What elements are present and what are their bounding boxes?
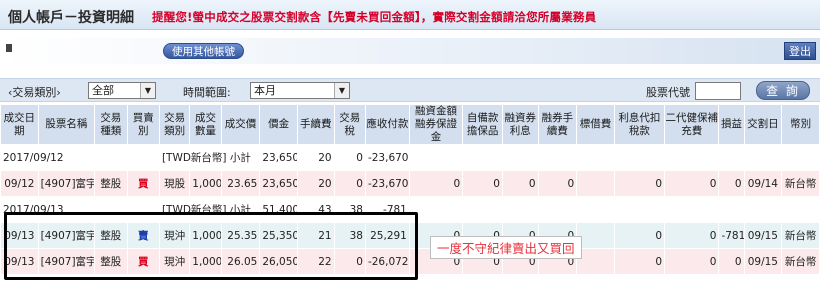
time-range-select[interactable]: 本月 ▼: [250, 82, 350, 99]
currency: 新台幣: [781, 170, 820, 197]
column-header: 買賣別: [126, 104, 160, 145]
column-header: 交易種類: [94, 104, 128, 145]
interest: 0: [501, 170, 539, 197]
subtotal-filler: [408, 144, 820, 171]
amount: 23,650: [259, 170, 298, 197]
column-header: 自備款擔保品: [462, 104, 503, 145]
account-bar: 使用其他帳號 登出: [0, 38, 820, 64]
query-button[interactable]: 查 詢: [756, 81, 810, 100]
nhi-fee: 0: [664, 222, 720, 249]
subtotal-tax: 0: [333, 144, 366, 171]
nhi-fee: 0: [664, 248, 720, 275]
profit-loss: 0: [718, 170, 745, 197]
title-bar: 個人帳戶－投資明細 提醒您!螢中成交之股票交割款含【先賣未買回金額】，實際交割金…: [0, 0, 820, 30]
column-header: 融資金額融券保證金: [408, 104, 464, 145]
column-header: 交易類別: [158, 104, 191, 145]
withholding-tax: 0: [613, 170, 666, 197]
stock-code-input[interactable]: [695, 82, 741, 100]
withholding-tax: 0: [613, 222, 666, 249]
price: 23.65: [220, 170, 261, 197]
net-amount: -23,670: [364, 170, 410, 197]
column-header: 幣別: [781, 104, 820, 145]
chevron-down-icon[interactable]: ▼: [140, 83, 155, 98]
stock-code-label: 股票代號: [646, 86, 690, 99]
column-header: 標借費: [576, 104, 615, 145]
trade-type-value: 全部: [92, 84, 114, 97]
fee: 20: [296, 170, 335, 197]
currency: 新台幣: [781, 248, 820, 275]
annotation-note: 一度不守紀律賣出又買回: [430, 236, 582, 259]
borrow-fee: [576, 170, 615, 197]
account-name-redacted: [6, 44, 12, 52]
subtotal-label: [TWD新台幣] 小計: [158, 144, 261, 171]
withholding-tax: 0: [613, 248, 666, 275]
trade-kind: 整股: [94, 170, 128, 197]
profit-loss: -781: [718, 222, 745, 249]
subtotal-date: 2017/09/12: [0, 144, 160, 171]
table-row: 09/12 [4907]富宇 整股買現股 1,000 23.65 23,650 20 0 -23…: [0, 170, 820, 197]
quantity: 1,000: [189, 170, 222, 197]
settlement-notice: 提醒您!螢中成交之股票交割款含【先賣未買回金額】，實際交割金額請洽您所屬業務員: [152, 10, 597, 24]
chevron-down-icon[interactable]: ▼: [334, 83, 349, 98]
trade-category: 現股: [158, 170, 191, 197]
currency: 新台幣: [781, 222, 820, 249]
subtotal-row: 2017/09/12 [TWD新台幣] 小計 23,650 20 0 -23,670: [0, 144, 820, 171]
side-badge: 買: [126, 170, 160, 197]
time-range-value: 本月: [254, 84, 276, 97]
stock-name: [4907]富宇: [37, 170, 96, 197]
column-header: 利息代扣稅款: [613, 104, 666, 145]
subtotal-amount: 23,650: [259, 144, 298, 171]
trade-date: 09/12: [0, 170, 39, 197]
settlement-date: 09/15: [743, 248, 783, 275]
borrow-fee: [576, 248, 615, 275]
use-other-account-button[interactable]: 使用其他帳號: [163, 43, 244, 59]
subtotal-filler: [408, 196, 820, 223]
column-header: 交割日: [743, 104, 783, 145]
column-header: 手續費: [296, 104, 335, 145]
column-header: 交易稅: [333, 104, 366, 145]
column-header: 二代健保補充費: [664, 104, 720, 145]
collateral: 0: [462, 170, 503, 197]
margin-amount: 0: [408, 170, 464, 197]
subtotal-net: -23,670: [364, 144, 410, 171]
tax: 0: [333, 170, 366, 197]
subtotal-fee: 20: [296, 144, 335, 171]
settlement-date: 09/15: [743, 222, 783, 249]
highlight-box: [4, 212, 418, 280]
time-range-label: 時間範圍:: [183, 86, 231, 99]
column-header: 成交日期: [0, 104, 39, 145]
column-header: 成交價: [220, 104, 261, 145]
page-title: 個人帳戶－投資明細: [8, 10, 134, 26]
short-fee: 0: [537, 170, 578, 197]
trade-type-select[interactable]: 全部 ▼: [88, 82, 156, 99]
column-header: 股票名稱: [37, 104, 96, 145]
column-header: 價金: [259, 104, 298, 145]
column-header: 損益: [718, 104, 745, 145]
table-header-row: 成交日期 股票名稱 交易種類 買賣別 交易類別 成交數量 成交價 價金 手續費 交易稅 應收付款 融資…: [0, 104, 820, 145]
profit-loss: 0: [718, 248, 745, 275]
logout-button[interactable]: 登出: [784, 42, 816, 60]
trade-type-label: ‹交易類別›: [8, 86, 61, 99]
column-header: 成交數量: [189, 104, 222, 145]
column-header: 應收付款: [364, 104, 410, 145]
column-header: 融資券利息: [501, 104, 539, 145]
settlement-date: 09/14: [743, 170, 783, 197]
nhi-fee: 0: [664, 170, 720, 197]
borrow-fee: [576, 222, 615, 249]
column-header: 融券手續費: [537, 104, 578, 145]
filter-bar: ‹交易類別› 全部 ▼ 時間範圍: 本月 ▼ 股票代號 查 詢: [0, 78, 820, 102]
